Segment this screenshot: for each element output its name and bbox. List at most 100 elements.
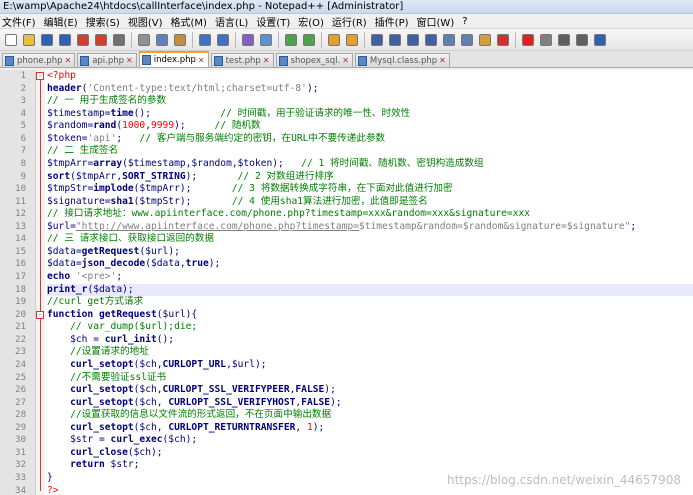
paste-button[interactable] [172, 32, 188, 48]
menu-item-2[interactable]: 搜索(S) [84, 14, 123, 29]
close-button[interactable] [75, 32, 91, 48]
menu-item-10[interactable]: 窗口(W) [415, 14, 458, 29]
replace-button[interactable] [258, 32, 274, 48]
tab-5[interactable]: Mysql.class.php ✕ [354, 53, 450, 67]
tab-close-icon[interactable]: ✕ [342, 56, 349, 65]
code-line[interactable]: //curl get方式请求 [47, 296, 693, 309]
all-chars-button[interactable] [387, 32, 403, 48]
tab-close-icon[interactable]: ✕ [263, 56, 270, 65]
code-line[interactable]: curl_setopt($ch,CURLOPT_SSL_VERIFYPEER,F… [47, 384, 693, 397]
open-file-button[interactable] [21, 32, 37, 48]
menu-item-3[interactable]: 视图(V) [126, 14, 166, 29]
tab-close-icon[interactable]: ✕ [126, 56, 133, 65]
menu-item-4[interactable]: 格式(M) [169, 14, 210, 29]
code-line[interactable]: echo '<pre>'; [47, 271, 693, 284]
word-wrap-button[interactable] [369, 32, 385, 48]
menu-item-9[interactable]: 插件(P) [373, 14, 412, 29]
code-line[interactable]: // 三 请求接口、获取接口返回的数据 [47, 233, 693, 246]
copy-icon [156, 33, 168, 46]
tab-close-icon[interactable]: ✕ [198, 56, 205, 65]
function-list-button[interactable] [459, 32, 475, 48]
sync-v-button[interactable] [326, 32, 342, 48]
new-file-button[interactable] [3, 32, 19, 48]
fold-toggle-icon[interactable]: - [36, 310, 44, 319]
code-line[interactable]: $data=getRequest($url); [47, 246, 693, 259]
code-token: // 三 请求接口、获取接口返回的数据 [47, 233, 215, 245]
code-line[interactable]: $timestamp=time(); // 时间戳，用于验证请求的唯一性、时效性 [47, 108, 693, 121]
code-line[interactable]: curl_setopt($ch,CURLOPT_URL,$url); [47, 359, 693, 372]
tab-4[interactable]: shopex_sql. ✕ [275, 53, 353, 67]
code-line[interactable]: $tmpStr=implode($tmpArr); // 3 将数据转换成字符串… [47, 183, 693, 196]
code-line[interactable]: header('Content-type:text/html;charset=u… [47, 83, 693, 96]
code-line[interactable]: function getRequest($url){ [47, 309, 693, 322]
code-line[interactable]: print_r($data); [47, 283, 693, 297]
folder-workspace-button[interactable] [477, 32, 493, 48]
close-all-button[interactable] [93, 32, 109, 48]
record-macro-button[interactable] [520, 32, 536, 48]
indent-guide-button[interactable] [405, 32, 421, 48]
code-line[interactable]: //设置获取的信息以文件流的形式返回，不在页面中输出数据 [47, 409, 693, 422]
find-button[interactable] [240, 32, 256, 48]
zoom-in-button[interactable] [283, 32, 299, 48]
redo-button[interactable] [215, 32, 231, 48]
tab-0[interactable]: phone.php ✕ [2, 53, 76, 67]
menu-item-8[interactable]: 运行(R) [330, 14, 370, 29]
tab-1[interactable]: api.php ✕ [77, 53, 137, 67]
code-line[interactable]: $data=json_decode($data,true); [47, 258, 693, 271]
menu-item-6[interactable]: 设置(T) [254, 14, 293, 29]
menu-item-7[interactable]: 宏(O) [296, 14, 327, 29]
run-macro-button[interactable] [574, 32, 590, 48]
menu-item-5[interactable]: 语言(L) [213, 14, 251, 29]
print-button[interactable] [111, 32, 127, 48]
undo-button[interactable] [197, 32, 213, 48]
code-line[interactable]: // 二 生成签名 [47, 145, 693, 158]
copy-button[interactable] [154, 32, 170, 48]
file-icon [213, 55, 223, 66]
fold-margin[interactable]: -- [36, 70, 45, 495]
code-line[interactable]: curl_close($ch); [47, 447, 693, 460]
menu-item-11[interactable]: ? [460, 16, 470, 27]
code-line[interactable]: $signature=sha1($tmpStr); // 4 使用sha1算法进… [47, 196, 693, 209]
user-lang-button[interactable] [423, 32, 439, 48]
code-token: FALSE [295, 384, 325, 396]
code-line[interactable]: $str = curl_exec($ch); [47, 434, 693, 447]
stop-macro-button[interactable] [538, 32, 554, 48]
code-line[interactable]: $random=rand(1000,9999); // 随机数 [47, 120, 693, 133]
code-line[interactable]: sort($tmpArr,SORT_STRING); // 2 对数组进行排序 [47, 171, 693, 184]
cut-button[interactable] [136, 32, 152, 48]
code-line[interactable]: //设置请求的地址 [47, 346, 693, 359]
menu-item-0[interactable]: 文件(F) [0, 14, 39, 29]
code-line[interactable]: $ch = curl_init(); [47, 334, 693, 347]
fold-toggle-icon[interactable]: - [36, 72, 44, 80]
menu-item-1[interactable]: 编辑(E) [42, 14, 81, 29]
code-area[interactable]: <?php header('Content-type:text/html;char… [45, 70, 693, 495]
code-line[interactable]: // var_dump($url);die; [47, 321, 693, 334]
code-line[interactable]: return $str; [47, 459, 693, 472]
play-macro-button[interactable] [556, 32, 572, 48]
sync-h-button[interactable] [344, 32, 360, 48]
file-icon [80, 55, 90, 66]
code-line[interactable]: curl_setopt($ch, CURLOPT_RETURNTRANSFER,… [47, 422, 693, 435]
code-line[interactable]: $tmpArr=array($timestamp,$random,$token)… [47, 158, 693, 171]
save-button[interactable] [39, 32, 55, 48]
zoom-out-button[interactable] [301, 32, 317, 48]
code-line[interactable]: curl_setopt($ch, CURLOPT_SSL_VERIFYHOST,… [47, 397, 693, 410]
code-line[interactable]: // 接口请求地址：www.apiinterface.com/phone.php… [47, 208, 693, 221]
code-line[interactable]: $token='api'; // 客户端与服务端约定的密钥，在URL中不要传递此… [47, 133, 693, 146]
code-line[interactable]: <?php [47, 70, 693, 83]
tab-3[interactable]: test.php ✕ [210, 53, 274, 67]
tab-close-icon[interactable]: ✕ [439, 56, 446, 65]
doc-map-button[interactable] [441, 32, 457, 48]
code-editor[interactable]: 1 2 3 4 5 6 7 8 9 10 11 12 13 14 15 16 17 18 19 20 21 22 23 24 2… [0, 70, 693, 495]
code-line[interactable]: $url="http://www.apiinterface.com/phone.… [47, 221, 693, 234]
code-line[interactable]: //不需要验证ssl证书 [47, 372, 693, 385]
tab-2[interactable]: index.php ✕ [138, 51, 209, 67]
toolbar-separator [321, 31, 322, 48]
monitor-button[interactable] [495, 32, 511, 48]
tab-close-icon[interactable]: ✕ [64, 56, 71, 65]
code-line[interactable]: // 一 用于生成签名的参数 [47, 95, 693, 108]
sync-v-icon [328, 33, 340, 46]
save-all-button[interactable] [57, 32, 73, 48]
save-macro-button[interactable] [592, 32, 608, 48]
code-token: ($data, [145, 258, 186, 270]
